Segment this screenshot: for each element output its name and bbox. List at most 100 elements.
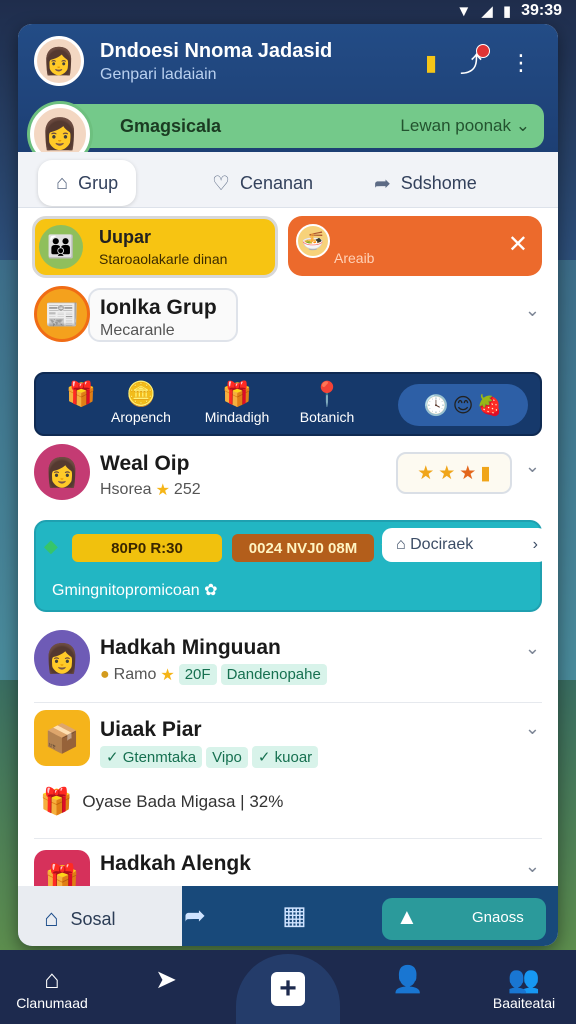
footer-action-label: Gnaoss [472,909,524,926]
strip-item-botanich[interactable]: 📍 Botanich [282,380,372,425]
strip-item-mindadigh[interactable]: 🎁 Mindadigh [192,380,282,425]
row-title: Hadkah Alengk [100,852,251,875]
group-row[interactable]: 📰 Ionlka Grup Mecaranle ⌄ [18,284,558,364]
check-icon: ✓ [106,749,119,766]
grid-icon[interactable]: ▦ [282,900,307,931]
nav-send[interactable]: ➤ [116,964,216,995]
gift-line: 🎁 Oyase Bada Migasa | 32% [40,786,283,817]
orange-card-label: Areaib [334,250,375,266]
plus-icon: + [271,972,305,1006]
status-time: 39:39 [521,2,562,19]
fruit-icon: 🍓 [477,394,503,417]
group-title: Ionlka Grup [100,296,217,319]
yellow-card-title: Uupar [99,227,152,247]
users-icon: 👥 [507,964,541,994]
nav-contacts[interactable]: 👥 Baaiteatai [474,964,574,1011]
more-options-icon[interactable]: ⋮ [504,46,538,80]
footer-action[interactable]: ▲ Gnaoss [382,898,546,940]
chevron-down-icon[interactable]: ⌄ [525,300,540,321]
list-item[interactable]: 👩 Hadkah Minguuan ● Ramo ★ 20F Dandenopa… [18,620,558,696]
chevron-down-icon: ⌄ [515,116,530,135]
weal-subtitle: Hsorea ★ 252 [100,481,201,499]
signal-icon: ◢ [481,3,493,20]
wifi-icon: ▼ [456,2,472,20]
coin-icon: ● [100,665,110,683]
group-subtitle: Mecaranle [100,322,175,339]
tab-label: Cenanan [239,172,314,193]
modal-footer: ⌂ Sosal ➦ ▦ ▲ Gnaoss [18,886,558,946]
star-icon: ★ [438,462,456,484]
heart-icon: ♡ [212,172,230,195]
row-subtitle: ● Ramo ★ 20F Dandenopahe [100,664,327,685]
weal-row[interactable]: 👩 Weal Oip Hsorea ★ 252 ★ ★ ★ ▮ ⌄ [18,442,558,512]
modal-header: 👩 Dndoesi Nnoma Jadasid Genpari ladaiain… [18,24,558,152]
modal-subtitle: Genpari ladaiain [100,66,217,83]
chevron-down-icon[interactable]: ⌄ [525,638,540,659]
bowl-icon: 🍜 [296,224,330,258]
nav-add[interactable]: + [236,954,340,1024]
list-item[interactable]: 📦 Uiaak Piar ✓ Gtenmtaka Vipo ✓ kuoar ⌄ [18,704,558,780]
profile-avatar[interactable]: 👩 [34,36,84,86]
home-label: Sosal [70,908,116,929]
promo-button[interactable]: ⌂ Dociraek › [382,528,548,562]
group-avatar: 📰 [34,286,90,342]
tag: Vipo [206,746,248,768]
paper-plane-icon: ➤ [155,964,177,994]
tag: ✓ kuoar [251,746,319,768]
forward-icon[interactable]: ➦ [184,900,206,931]
star-rating[interactable]: ★ ★ ★ ▮ [396,452,512,494]
promo-subtitle: Gmingnitopromicoan ✿ [52,582,218,599]
row-title: Hadkah Minguuan [100,636,281,659]
share-icon[interactable]: ⤴ [454,44,490,80]
tag: 20F [178,664,217,685]
share-arrow-icon: ➦ [374,172,391,195]
bookmark-icon[interactable]: ▮ [414,46,448,80]
user-avatar: 👩 [34,630,90,686]
close-icon[interactable]: ✕ [508,230,528,259]
nav-profile[interactable]: 👤 [358,964,458,995]
green-bar-link[interactable]: Lewan poonak ⌄ [400,116,530,136]
star-icon: ★ [417,462,435,484]
status-bar-green[interactable]: Gmagsicala Lewan poonak ⌄ [58,104,544,148]
status-bar: ▼ ◢ ▮ 39:39 [0,0,576,22]
yellow-card[interactable]: 👪 Uupar Staroaolakarle dinan [32,216,278,278]
battery-icon: ▮ [502,3,512,20]
reward-strip: 🎁 🪙 Aropench 🎁 Mindadigh 📍 Botanich 🕓 😊 … [34,372,542,436]
tag: ✓ Gtenmtaka [100,746,203,768]
gift-line-text: Oyase Bada Migasa | 32% [82,791,284,811]
star-icon: ★ [459,462,477,484]
chevron-down-icon[interactable]: ⌄ [525,456,540,477]
package-avatar: 📦 [34,710,90,766]
emoji-reactions[interactable]: 🕓 😊 🍓 [398,384,528,426]
nav-home[interactable]: ⌂ Clanumaad [2,964,102,1011]
orange-card[interactable]: 🍜 Areaib ✕ [288,216,542,276]
chevron-down-icon[interactable]: ⌄ [525,856,540,877]
house-icon: ⌂ [44,964,60,994]
send-icon: ▲ [396,904,418,929]
divider [34,702,542,703]
home-button[interactable]: ⌂ Sosal [18,886,182,946]
promo-chip-2: 0024 NVJ0 08M [232,534,374,562]
modal-title: Dndoesi Nnoma Jadasid [100,40,333,62]
tab-grup[interactable]: ⌂ Grup [38,160,137,206]
tab-label: Grup [78,172,119,193]
strip-item-aropench[interactable]: 🪙 Aropench [96,380,186,425]
star-icon: ★ [155,482,170,499]
chevron-right-icon: › [532,536,538,553]
promo-button-label: ⌂ Dociraek [396,536,474,553]
gift-box-icon: 🎁 [40,786,73,816]
list-item[interactable]: 🎁 Hadkah Alengk ⌄ [18,844,558,888]
weal-title: Weal Oip [100,452,190,475]
divider [34,838,542,839]
check-icon: ✓ [257,749,271,766]
chevron-down-icon[interactable]: ⌄ [525,718,540,739]
green-bar-label: Gmagsicala [120,116,222,136]
promo-card: ◆ 80P0 R:30 0024 NVJ0 08M ★ ⌂ Dociraek ›… [34,520,548,612]
tab-sdshome[interactable]: ➦ Sdshome [356,160,495,206]
coin-icon: 🪙 [126,381,156,408]
gift-icon: 🎁 [222,381,252,408]
tab-bar: ⌂ Grup ♡ Cenanan ➦ Sdshome [18,152,558,208]
star-icon: ★ [160,666,175,684]
tab-cenanan[interactable]: ♡ Cenanan [194,160,331,206]
bottom-navigation: ⌂ Clanumaad ➤ + 👤 👥 Baaiteatai [0,950,576,1024]
